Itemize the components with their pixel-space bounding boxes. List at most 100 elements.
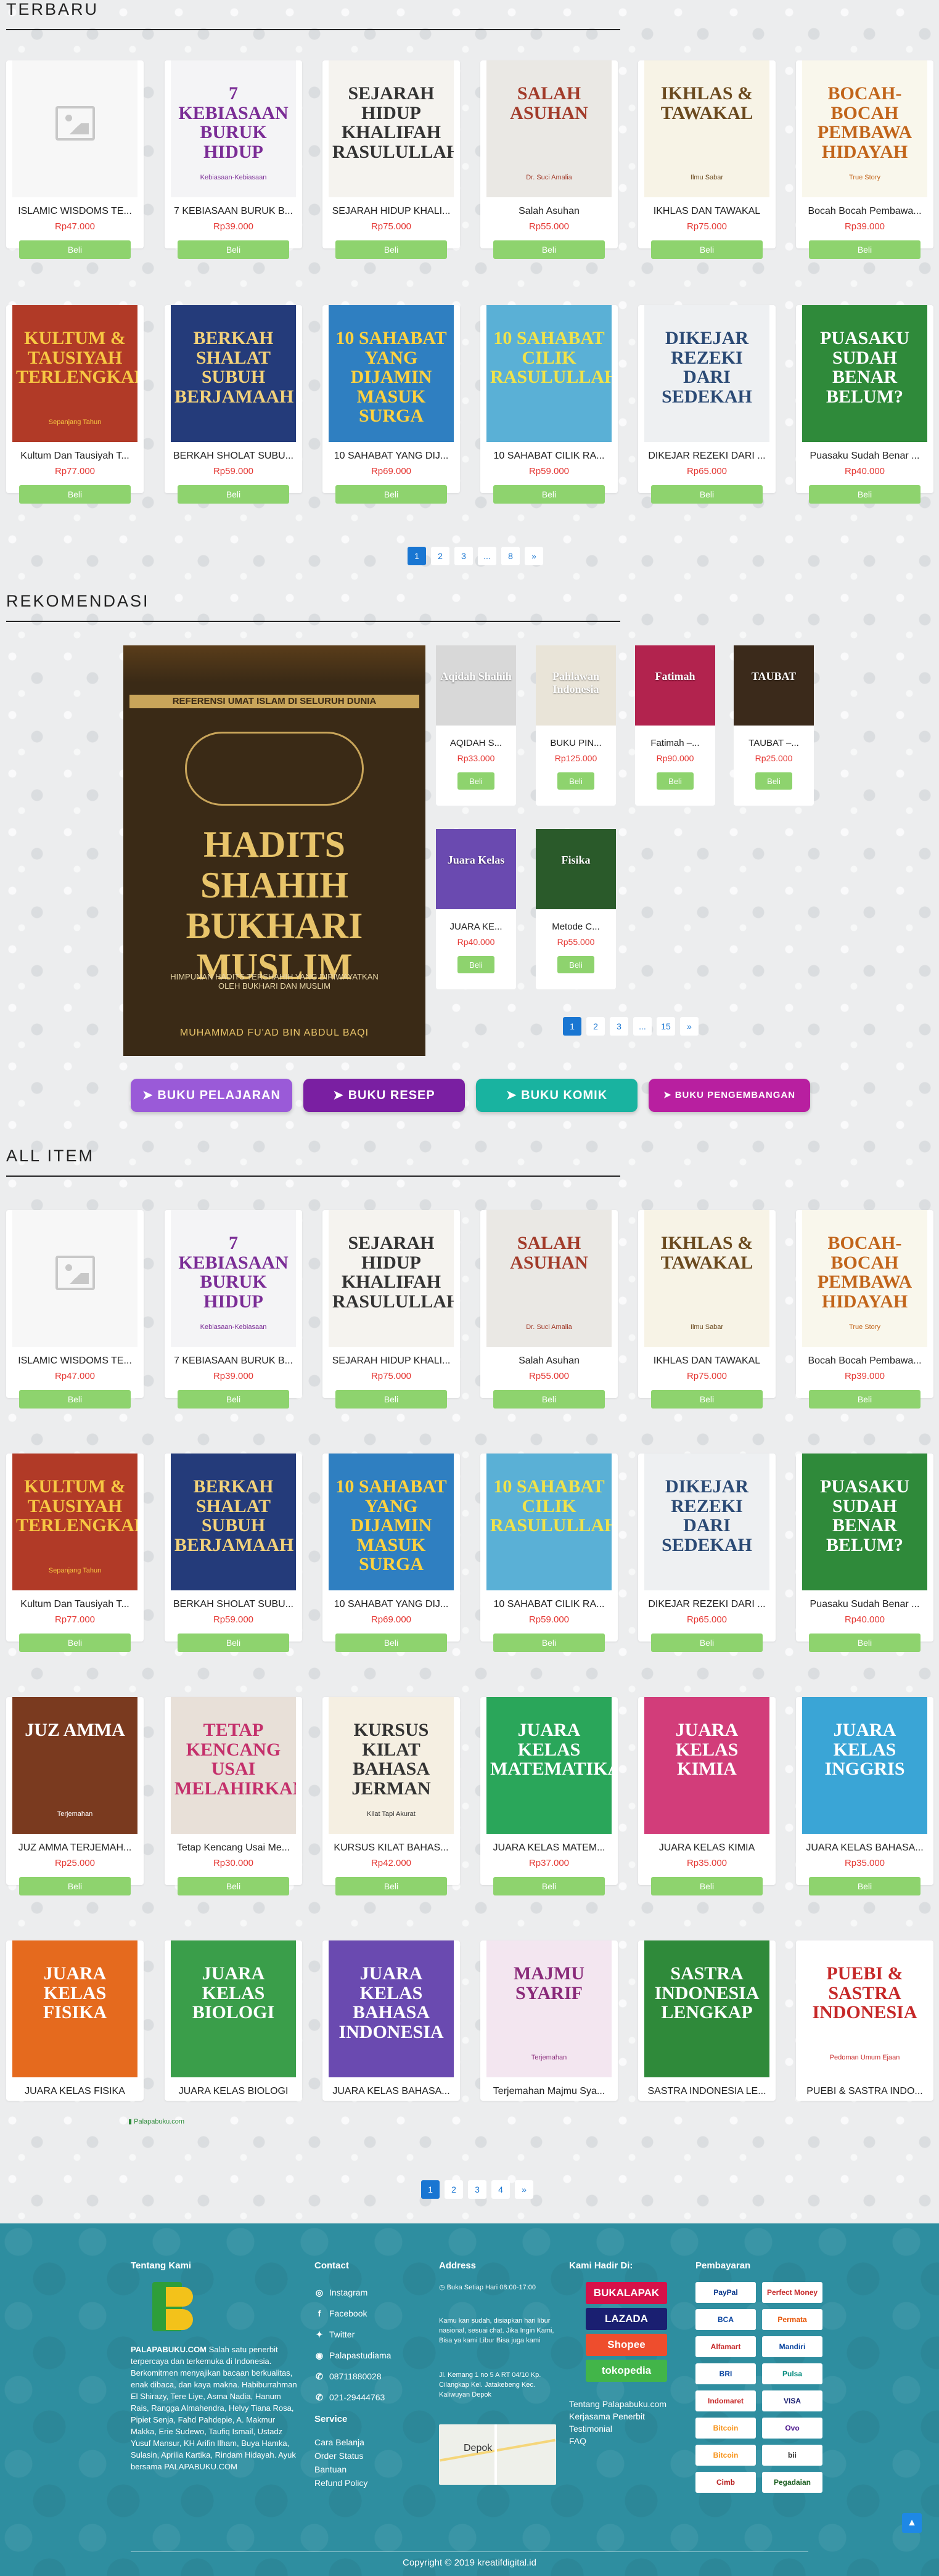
book-cover[interactable]: Bocah-Bocah Pembawa Hidayah True Story bbox=[802, 1210, 927, 1347]
product-card[interactable]: Sejarah Hidup Khalifah Rasulullah SEJARAH… bbox=[322, 1210, 460, 1409]
product-title[interactable]: JUARA KELAS BIOLOGI bbox=[172, 2086, 295, 2097]
featured-book-cover[interactable]: REFERENSI UMAT ISLAM DI SELURUH DUNIA HA… bbox=[123, 645, 425, 1056]
book-cover[interactable]: Berkah Shalat Subuh Berjamaah bbox=[171, 1454, 296, 1590]
buy-button[interactable]: Beli bbox=[493, 1877, 605, 1895]
buy-button[interactable]: Beli bbox=[19, 485, 131, 504]
book-cover[interactable]: Salah Asuhan Dr. Suci Amalia bbox=[486, 60, 612, 197]
book-cover[interactable]: Sejarah Hidup Khalifah Rasulullah bbox=[329, 1210, 454, 1347]
product-card[interactable]: Juara Kelas Bahasa Indonesia JUARA KELAS … bbox=[322, 1940, 460, 2101]
buy-button[interactable]: Beli bbox=[493, 1634, 605, 1652]
store-badge[interactable]: tokopedia bbox=[586, 2360, 667, 2382]
page-link[interactable]: 3 bbox=[454, 547, 473, 565]
contact-link[interactable]: ◉ Palapastudiama bbox=[314, 2345, 419, 2366]
book-cover[interactable]: Bocah-Bocah Pembawa Hidayah True Story bbox=[802, 60, 927, 197]
product-title[interactable]: Puasaku Sudah Benar ... bbox=[803, 451, 926, 462]
contact-link[interactable]: ✆ 021-29444763 bbox=[314, 2387, 419, 2408]
recommended-card[interactable]: Fisika Metode C... Rp55.000 Beli bbox=[536, 829, 616, 989]
service-link[interactable]: Refund Policy bbox=[314, 2476, 419, 2490]
product-card[interactable]: Puasaku Sudah Benar Belum? Puasaku Sudah … bbox=[796, 305, 933, 504]
page-link[interactable]: ... bbox=[478, 547, 496, 565]
product-card[interactable]: Tetap Kencang Usai Melahirkan Tetap Kenca… bbox=[165, 1697, 302, 1895]
product-title[interactable]: JUARA KE... bbox=[442, 922, 510, 932]
buy-button[interactable]: Beli bbox=[335, 1634, 447, 1652]
product-card[interactable]: Sastra Indonesia Lengkap SASTRA INDONESIA… bbox=[638, 1940, 776, 2101]
product-title[interactable]: Fatimah –... bbox=[641, 738, 709, 748]
product-card[interactable]: Juara Kelas FisikaJUARA KELAS FISIKABeli bbox=[6, 1940, 144, 2101]
page-link[interactable]: 2 bbox=[445, 2180, 463, 2199]
book-cover[interactable]: PUEBI & Sastra Indonesia Pedoman Umum Eja… bbox=[802, 1940, 927, 2077]
product-title[interactable]: BERKAH SHOLAT SUBU... bbox=[172, 1599, 295, 1610]
product-title[interactable]: AQIDAH S... bbox=[442, 738, 510, 748]
product-title[interactable]: TAUBAT –... bbox=[740, 738, 808, 748]
product-card[interactable]: Juara Kelas Matematika JUARA KELAS MATEM.… bbox=[480, 1697, 618, 1895]
product-title[interactable]: JUZ AMMA TERJEMAH... bbox=[14, 1842, 136, 1854]
book-cover[interactable]: Berkah Shalat Subuh Berjamaah bbox=[171, 305, 296, 442]
buy-button[interactable]: Beli bbox=[809, 240, 921, 259]
buy-button[interactable]: Beli bbox=[493, 240, 605, 259]
product-card[interactable]: Ikhlas & Tawakal Ilmu Sabar IKHLAS DAN TAW… bbox=[638, 1210, 776, 1409]
book-cover[interactable]: Puasaku Sudah Benar Belum? bbox=[802, 305, 927, 442]
product-card[interactable]: Bocah-Bocah Pembawa Hidayah True Story Boc… bbox=[796, 1210, 933, 1409]
book-cover[interactable]: Juara Kelas Kimia bbox=[644, 1697, 769, 1834]
product-title[interactable]: 10 SAHABAT CILIK RA... bbox=[488, 1599, 610, 1610]
book-cover[interactable]: Ikhlas & Tawakal Ilmu Sabar bbox=[644, 1210, 769, 1347]
product-title[interactable]: SASTRA INDONESIA LE... bbox=[646, 2086, 768, 2097]
product-card[interactable]: Puasaku Sudah Benar Belum? Puasaku Sudah … bbox=[796, 1454, 933, 1652]
product-card[interactable]: Dikejar Rezeki dari Sedekah DIKEJAR REZEK… bbox=[638, 305, 776, 504]
product-title[interactable]: Salah Asuhan bbox=[488, 1355, 610, 1367]
product-card[interactable]: Salah Asuhan Dr. Suci Amalia Salah Asuhan R… bbox=[480, 1210, 618, 1409]
product-title[interactable]: 7 KEBIASAAN BURUK B... bbox=[172, 206, 295, 217]
book-cover[interactable]: Pahlawan Indonesia bbox=[536, 645, 616, 726]
product-title[interactable]: IKHLAS DAN TAWAKAL bbox=[646, 1355, 768, 1367]
service-link[interactable]: Bantuan bbox=[314, 2463, 419, 2476]
footer-link[interactable]: Kerjasama Penerbit bbox=[569, 2410, 668, 2423]
buy-button[interactable]: Beli bbox=[651, 485, 763, 504]
category-button[interactable]: ➤ BUKU PELAJARAN bbox=[131, 1079, 292, 1112]
buy-button[interactable]: Beli bbox=[557, 956, 594, 973]
service-link[interactable]: Cara Belanja bbox=[314, 2435, 419, 2449]
page-link[interactable]: 2 bbox=[586, 1017, 605, 1036]
product-card[interactable]: Kursus Kilat Bahasa Jerman Kilat Tapi Aku… bbox=[322, 1697, 460, 1895]
product-card[interactable]: Ikhlas & Tawakal Ilmu Sabar IKHLAS DAN TAW… bbox=[638, 60, 776, 259]
product-title[interactable]: BUKU PIN... bbox=[542, 738, 610, 748]
buy-button[interactable]: Beli bbox=[19, 1634, 131, 1652]
product-title[interactable]: Salah Asuhan bbox=[488, 206, 610, 217]
buy-button[interactable]: Beli bbox=[335, 1390, 447, 1409]
page-link[interactable]: » bbox=[680, 1017, 699, 1036]
product-title[interactable]: 10 SAHABAT YANG DIJ... bbox=[330, 1599, 453, 1610]
buy-button[interactable]: Beli bbox=[457, 772, 494, 790]
page-link[interactable]: 1 bbox=[563, 1017, 581, 1036]
book-cover[interactable] bbox=[12, 1210, 137, 1347]
buy-button[interactable]: Beli bbox=[809, 1877, 921, 1895]
buy-button[interactable]: Beli bbox=[755, 772, 792, 790]
book-cover[interactable]: 10 Sahabat yang Dijamin Masuk Surga bbox=[329, 305, 454, 442]
book-cover[interactable]: Kursus Kilat Bahasa Jerman Kilat Tapi Aku… bbox=[329, 1697, 454, 1834]
recommended-card[interactable]: Juara Kelas JUARA KE... Rp40.000 Beli bbox=[436, 829, 516, 989]
page-link[interactable]: 15 bbox=[657, 1017, 675, 1036]
service-link[interactable]: Order Status bbox=[314, 2449, 419, 2463]
contact-link[interactable]: ✦ Twitter bbox=[314, 2324, 419, 2345]
product-card[interactable]: Bocah-Bocah Pembawa Hidayah True Story Boc… bbox=[796, 60, 933, 259]
book-cover[interactable]: 7 kebiasaan buruk hidup Kebiasaan-Kebiasa… bbox=[171, 60, 296, 197]
product-title[interactable]: 10 SAHABAT YANG DIJ... bbox=[330, 451, 453, 462]
product-title[interactable]: Terjemahan Majmu Sya... bbox=[488, 2086, 610, 2097]
product-card[interactable]: 10 Sahabat yang Dijamin Masuk Surga 10 SA… bbox=[322, 305, 460, 504]
product-card[interactable]: Dikejar Rezeki dari Sedekah DIKEJAR REZEK… bbox=[638, 1454, 776, 1652]
contact-link[interactable]: ◎ Instagram bbox=[314, 2282, 419, 2303]
book-cover[interactable]: Juara Kelas Bahasa Indonesia bbox=[329, 1940, 454, 2077]
product-title[interactable]: JUARA KELAS BAHASA... bbox=[803, 1842, 926, 1854]
product-title[interactable]: JUARA KELAS FISIKA bbox=[14, 2086, 136, 2097]
buy-button[interactable]: Beli bbox=[657, 772, 694, 790]
page-link[interactable]: ... bbox=[633, 1017, 652, 1036]
product-title[interactable]: 7 KEBIASAAN BURUK B... bbox=[172, 1355, 295, 1367]
store-badge[interactable]: Shopee bbox=[586, 2334, 667, 2356]
product-card[interactable]: Juara Kelas BiologiJUARA KELAS BIOLOGIBe… bbox=[165, 1940, 302, 2101]
book-cover[interactable]: Sastra Indonesia Lengkap bbox=[644, 1940, 769, 2077]
buy-button[interactable]: Beli bbox=[178, 240, 289, 259]
product-title[interactable]: Kultum Dan Tausiyah T... bbox=[14, 451, 136, 462]
page-link[interactable]: 1 bbox=[421, 2180, 440, 2199]
product-card[interactable]: Juz Amma Terjemahan JUZ AMMA TERJEMAH... Rp… bbox=[6, 1697, 144, 1895]
product-card[interactable]: Kultum & Tausiyah Terlengkap Sepanjang Ta… bbox=[6, 305, 144, 504]
buy-button[interactable]: Beli bbox=[651, 240, 763, 259]
book-cover[interactable]: Dikejar Rezeki dari Sedekah bbox=[644, 1454, 769, 1590]
